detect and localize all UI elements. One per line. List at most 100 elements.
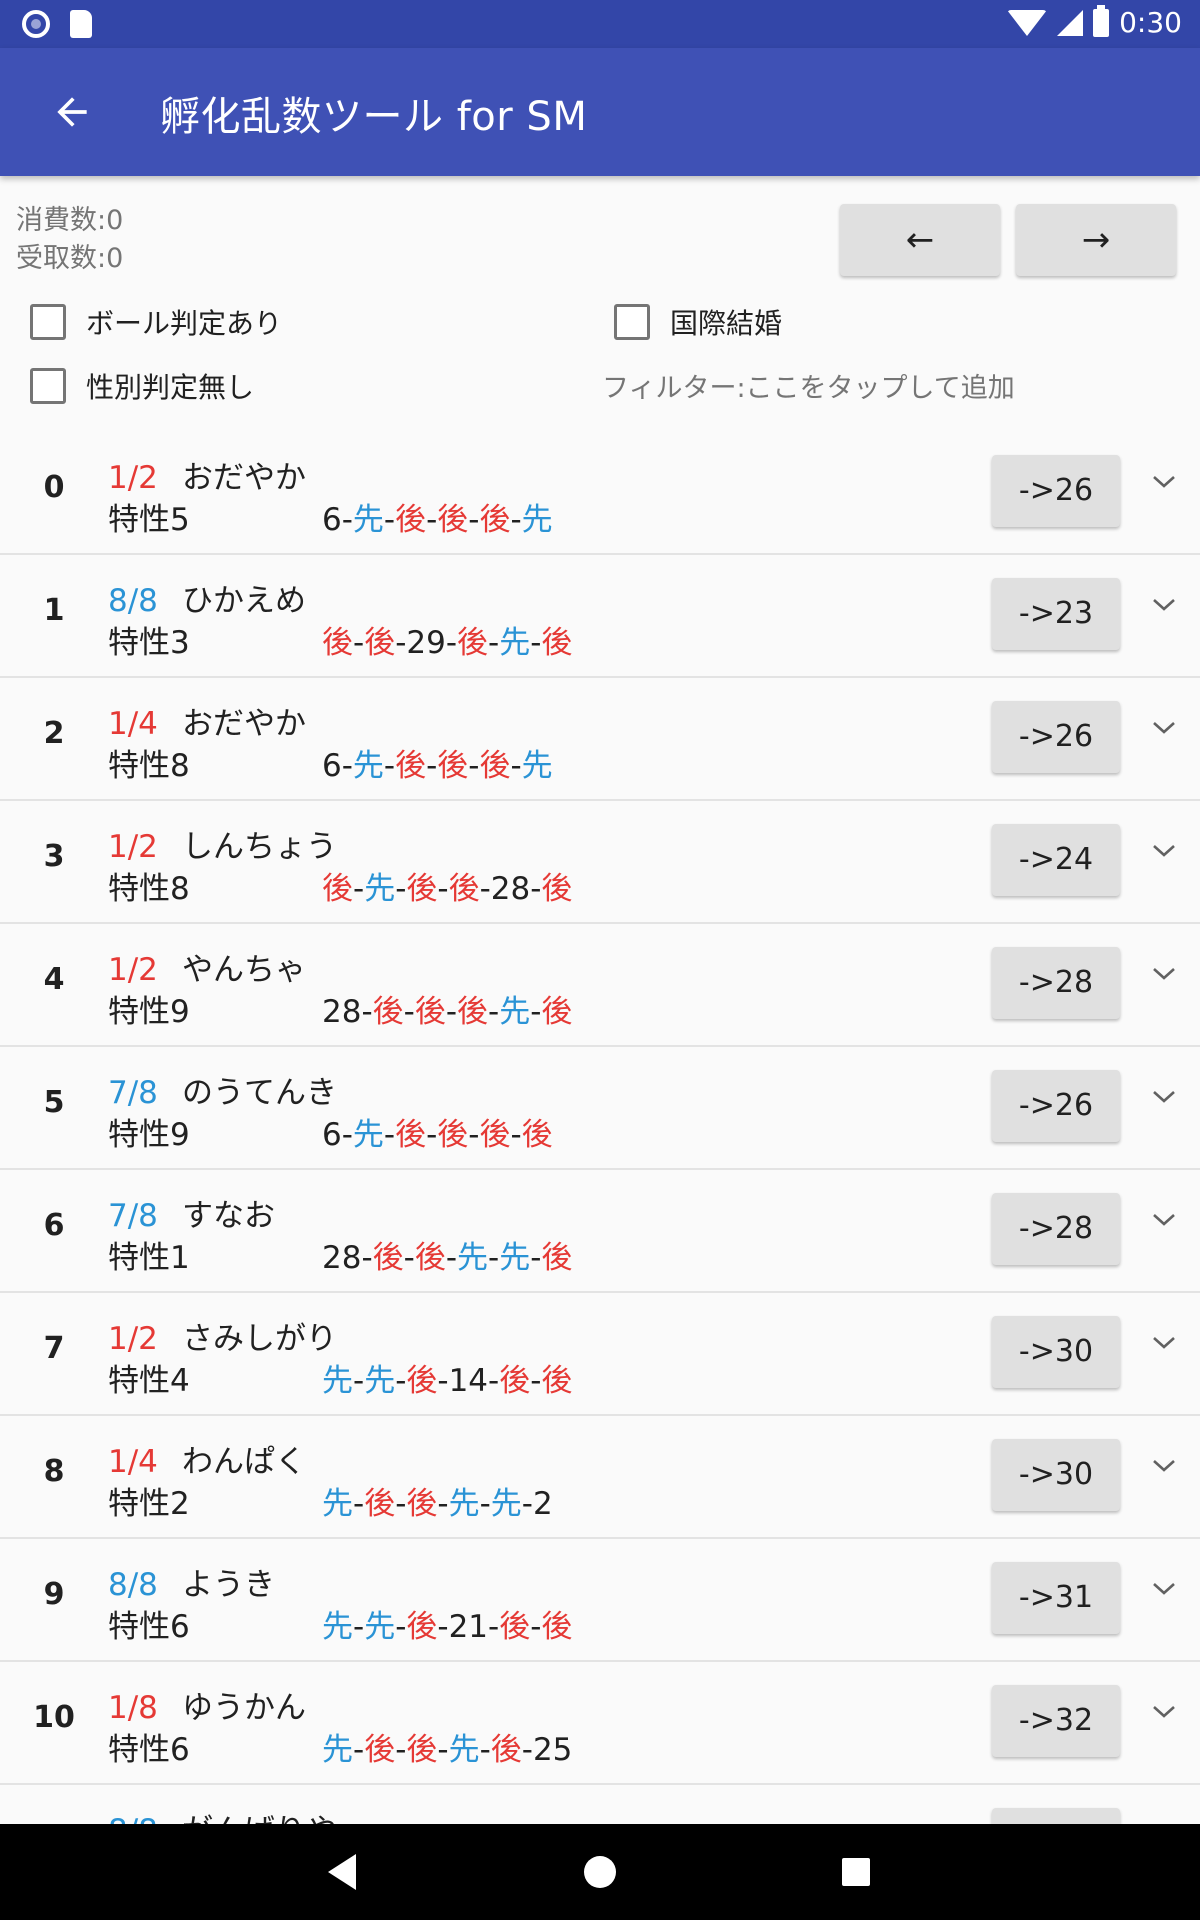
no-gender-checkbox[interactable] <box>30 368 66 404</box>
sequence-token: 25 <box>532 1732 573 1768</box>
jump-button[interactable]: ->31 <box>992 1562 1120 1634</box>
row-line-2: 特性4 先-先-後-14-後-後 <box>108 1355 572 1400</box>
filter-field[interactable]: フィルター:ここをタップして追加 <box>602 366 1015 405</box>
sequence-token: 後 <box>479 502 511 538</box>
jump-button[interactable]: ->23 <box>992 578 1120 650</box>
list-item[interactable]: 8 1/4 わんぱく 特性2 先-後-後-先-先-2 ->30 <box>0 1416 1200 1539</box>
chevron-down-icon[interactable] <box>1152 474 1176 490</box>
sequence-token: - <box>530 1609 542 1645</box>
sequence-token: - <box>488 625 500 661</box>
row-sequence: 先-後-後-先-先-2 <box>322 1486 553 1522</box>
row-line-1: 8/8 ようき <box>108 1559 275 1604</box>
list-item[interactable]: 6 7/8 すなお 特性1 28-後-後-先-先-後 ->28 <box>0 1170 1200 1293</box>
nav-home-icon[interactable] <box>584 1856 616 1888</box>
list-item[interactable]: 5 7/8 のうてんき 特性9 6-先-後-後-後-後 ->26 <box>0 1047 1200 1170</box>
ball-check-checkbox[interactable] <box>30 304 66 340</box>
jump-button[interactable]: ->24 <box>992 824 1120 896</box>
list-item[interactable]: 0 1/2 おだやか 特性5 6-先-後-後-後-先 ->26 <box>0 432 1200 555</box>
sequence-token: - <box>353 625 365 661</box>
row-line-1: 1/4 おだやか <box>108 698 306 743</box>
row-sequence: 後-後-29-後-先-後 <box>322 625 572 661</box>
row-index: 4 <box>43 962 65 997</box>
sequence-token: 先 <box>448 1486 480 1522</box>
list-item[interactable]: 4 1/2 やんちゃ 特性9 28-後-後-後-先-後 ->28 <box>0 924 1200 1047</box>
sequence-token: 後 <box>541 625 573 661</box>
no-gender-option[interactable]: 性別判定無し <box>30 366 254 406</box>
list-item[interactable]: 10 1/8 ゆうかん 特性6 先-後-後-先-後-25 ->32 <box>0 1662 1200 1785</box>
status-time: 0:30 <box>1119 6 1182 39</box>
sequence-token: - <box>437 1363 449 1399</box>
chevron-down-icon[interactable] <box>1152 1581 1176 1597</box>
nav-recent-icon[interactable] <box>842 1858 870 1886</box>
row-sequence: 先-後-後-先-後-25 <box>322 1732 572 1768</box>
row-index: 0 <box>43 470 65 505</box>
sequence-token: 後 <box>414 1240 446 1276</box>
row-line-2: 特性1 28-後-後-先-先-後 <box>108 1232 572 1277</box>
chevron-down-icon[interactable] <box>1152 597 1176 613</box>
sequence-token: - <box>479 1486 491 1522</box>
sequence-token: 先 <box>521 502 553 538</box>
chevron-down-icon[interactable] <box>1152 1458 1176 1474</box>
jump-button[interactable]: ->28 <box>992 947 1120 1019</box>
jump-button[interactable]: ->26 <box>992 1070 1120 1142</box>
jump-button[interactable]: ->32 <box>992 1685 1120 1757</box>
international-checkbox[interactable] <box>614 304 650 340</box>
back-arrow-icon[interactable] <box>50 90 94 134</box>
prev-button[interactable]: ← <box>840 204 1000 276</box>
sequence-token: - <box>395 871 407 907</box>
row-index: 5 <box>43 1085 65 1120</box>
list-item[interactable]: 2 1/4 おだやか 特性8 6-先-後-後-後-先 ->26 <box>0 678 1200 801</box>
sequence-token: 28 <box>322 1240 362 1276</box>
row-fraction: 1/2 <box>108 460 158 496</box>
international-label: 国際結婚 <box>670 307 783 340</box>
row-ability: 特性3 <box>108 625 190 661</box>
list-item[interactable]: 1 8/8 ひかえめ 特性3 後-後-29-後-先-後 ->23 <box>0 555 1200 678</box>
sequence-token: - <box>437 1732 449 1768</box>
row-nature: やんちゃ <box>182 952 306 988</box>
row-ability: 特性8 <box>108 748 190 784</box>
chevron-down-icon[interactable] <box>1152 843 1176 859</box>
sequence-token: - <box>383 748 396 784</box>
list-item[interactable]: 7 1/2 さみしがり 特性4 先-先-後-14-後-後 ->30 <box>0 1293 1200 1416</box>
row-sequence: 28-後-後-後-先-後 <box>322 994 572 1030</box>
sequence-token: 後 <box>499 1609 531 1645</box>
sd-card-icon <box>70 10 92 38</box>
sequence-token: - <box>488 1240 500 1276</box>
sequence-token: - <box>445 994 458 1030</box>
sequence-token: 先 <box>448 1732 480 1768</box>
jump-button[interactable]: ->30 <box>992 1439 1120 1511</box>
row-nature: ゆうかん <box>182 1690 306 1726</box>
received-count: 受取数:0 <box>16 243 124 274</box>
list-item[interactable]: 9 8/8 ようき 特性6 先-先-後-21-後-後 ->31 <box>0 1539 1200 1662</box>
sequence-token: 先 <box>352 502 384 538</box>
jump-button[interactable]: ->28 <box>992 1193 1120 1265</box>
system-nav-bar <box>0 1824 1200 1920</box>
row-sequence: 6-先-後-後-後-先 <box>322 502 553 538</box>
jump-button[interactable]: ->26 <box>992 701 1120 773</box>
international-option[interactable]: 国際結婚 <box>614 302 782 342</box>
sequence-token: 29 <box>406 625 446 661</box>
chevron-down-icon[interactable] <box>1152 1212 1176 1228</box>
jump-button[interactable]: ->26 <box>992 455 1120 527</box>
chevron-down-icon[interactable] <box>1152 1089 1176 1105</box>
sequence-token: 後 <box>364 625 396 661</box>
chevron-down-icon[interactable] <box>1152 966 1176 982</box>
sequence-token: - <box>426 502 438 538</box>
nav-back-icon[interactable] <box>328 1854 356 1890</box>
list-item[interactable]: 3 1/2 しんちょう 特性8 後-先-後-後-28-後 ->24 <box>0 801 1200 924</box>
chevron-down-icon[interactable] <box>1152 720 1176 736</box>
sequence-token: - <box>521 1732 533 1768</box>
sequence-token: 後 <box>521 1117 553 1153</box>
sequence-token: 先 <box>322 1363 353 1399</box>
row-ability: 特性1 <box>108 1240 190 1276</box>
sequence-token: - <box>468 502 480 538</box>
sequence-token: 後 <box>364 1732 396 1768</box>
chevron-down-icon[interactable] <box>1152 1704 1176 1720</box>
ball-check-option[interactable]: ボール判定あり <box>30 302 282 342</box>
chevron-down-icon[interactable] <box>1152 1335 1176 1351</box>
row-index: 3 <box>43 839 65 874</box>
jump-button[interactable]: ->30 <box>992 1316 1120 1388</box>
next-button[interactable]: → <box>1016 204 1176 276</box>
row-nature: ひかえめ <box>182 583 306 619</box>
sequence-token: 後 <box>541 1240 573 1276</box>
